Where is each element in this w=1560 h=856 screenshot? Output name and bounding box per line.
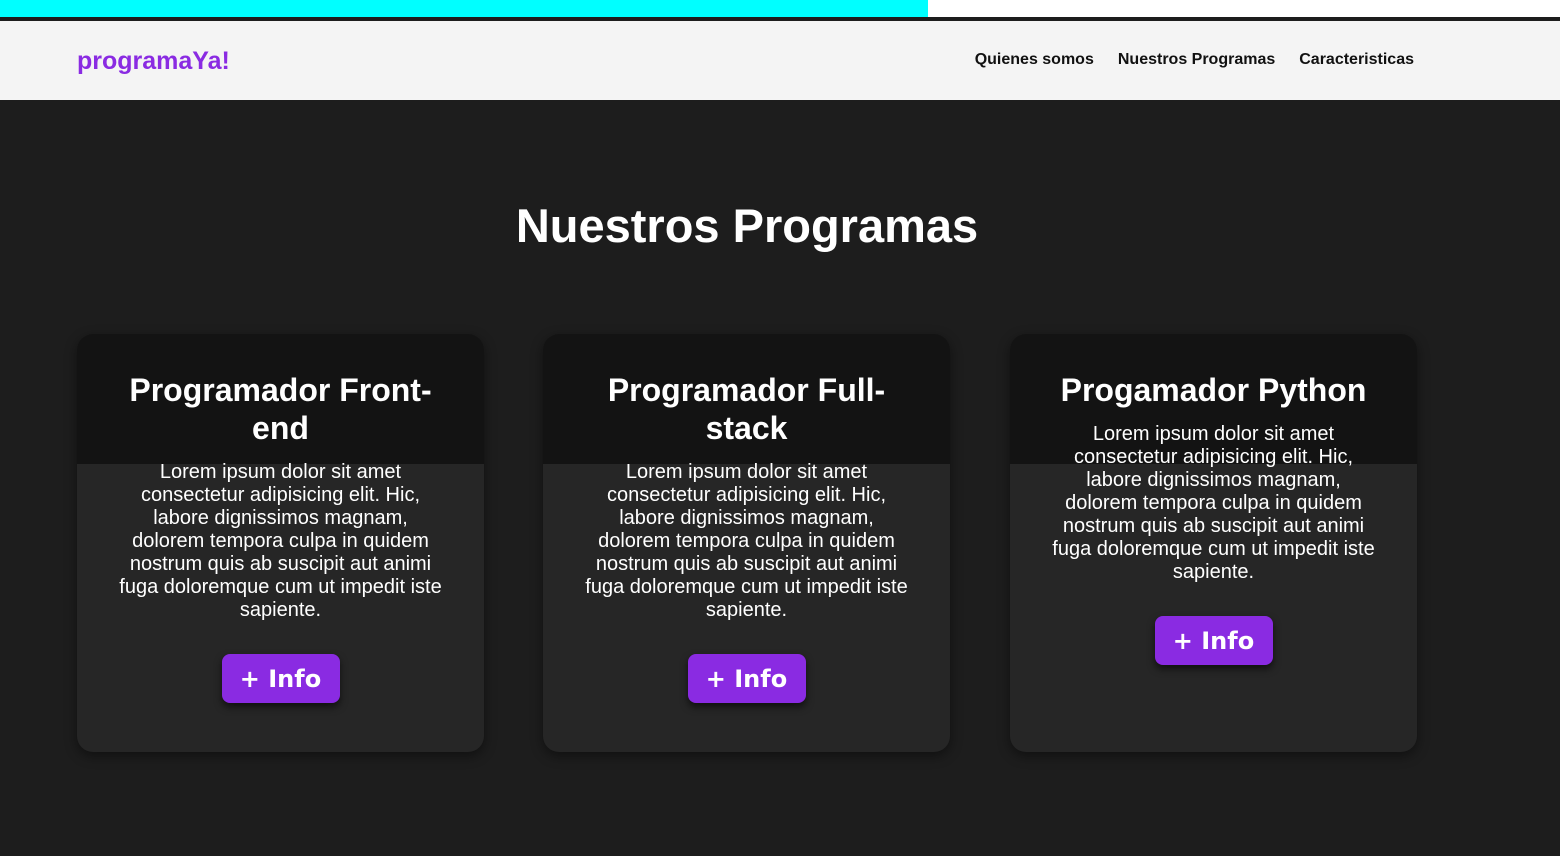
card-description: Lorem ipsum dolor sit amet consectetur a… xyxy=(585,461,908,621)
scroll-progress-bar xyxy=(0,0,1560,17)
nav-link-quienes-somos[interactable]: Quienes somos xyxy=(975,49,1094,71)
nav-link-caracteristicas[interactable]: Caracteristicas xyxy=(1299,49,1414,71)
info-button-python[interactable]: + Info xyxy=(1154,616,1273,665)
card-title: Programador Front-end xyxy=(129,372,432,446)
main-nav: Quienes somos Nuestros Programas Caracte… xyxy=(975,49,1414,71)
card-description: Lorem ipsum dolor sit amet consectetur a… xyxy=(1052,423,1375,583)
program-card-python: Progamador Python Lorem ipsum dolor sit … xyxy=(1010,334,1417,752)
logo-link[interactable]: programaYa! xyxy=(77,45,230,77)
card-description: Lorem ipsum dolor sit amet consectetur a… xyxy=(119,461,442,621)
program-card-frontend: Programador Front-end Lorem ipsum dolor … xyxy=(77,334,484,752)
section-title: Nuestros Programas xyxy=(515,199,979,252)
info-button-fullstack[interactable]: + Info xyxy=(687,654,806,703)
scroll-progress-fill xyxy=(0,0,929,17)
info-button-frontend[interactable]: + Info xyxy=(221,654,340,703)
site-header: programaYa! Quienes somos Nuestros Progr… xyxy=(0,21,1560,100)
card-title: Programador Full-stack xyxy=(607,372,886,446)
nav-link-nuestros-programas[interactable]: Nuestros Programas xyxy=(1118,49,1275,71)
program-card-fullstack: Programador Full-stack Lorem ipsum dolor… xyxy=(543,334,950,752)
card-title: Progamador Python xyxy=(1060,372,1367,408)
